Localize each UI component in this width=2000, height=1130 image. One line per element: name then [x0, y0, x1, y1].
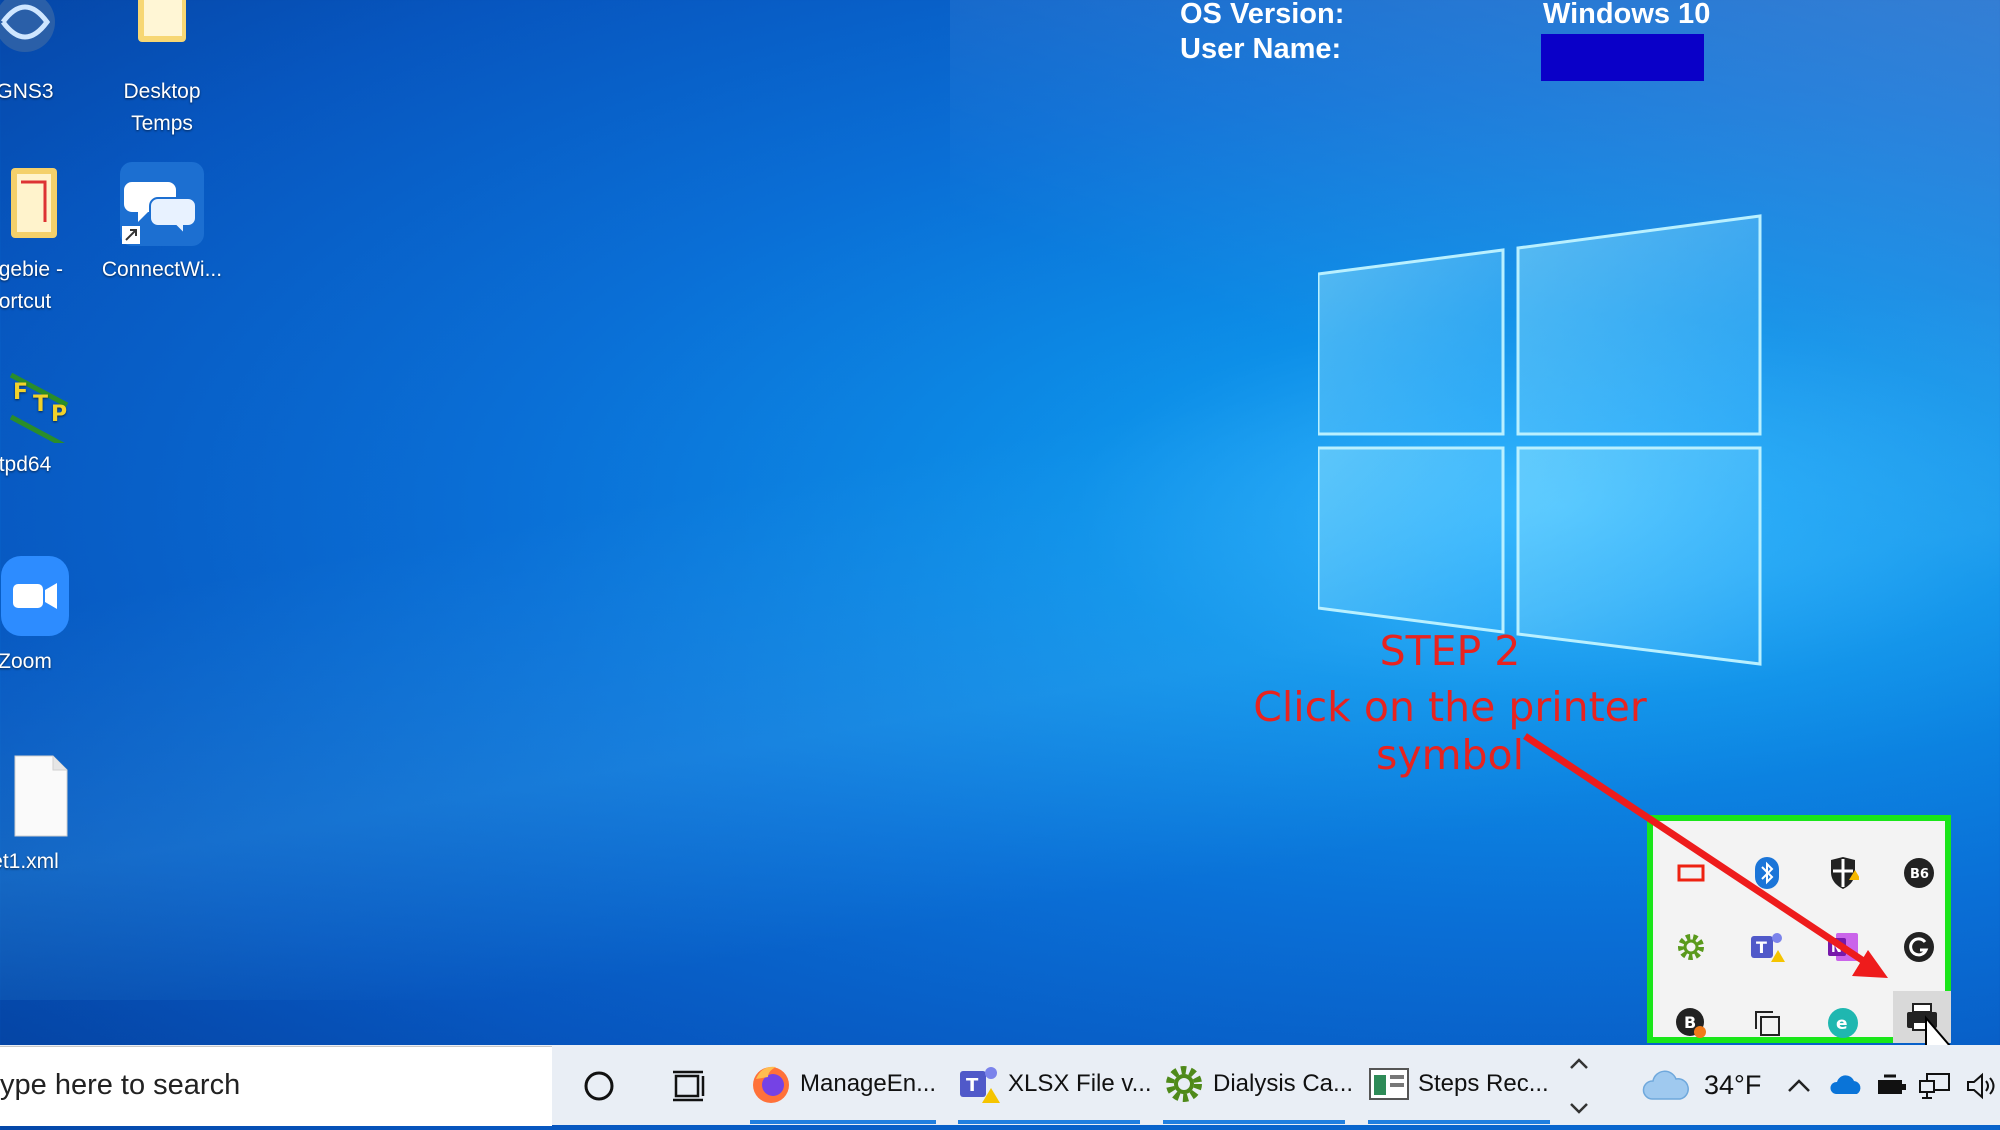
network-monitor-icon	[1919, 1072, 1950, 1099]
desktop-icon-label: Zoom	[0, 650, 52, 673]
desktop-icon-label-line2: Temps	[131, 112, 193, 135]
battery-button[interactable]	[1876, 1046, 1908, 1125]
onedrive-cloud-icon	[1830, 1074, 1861, 1094]
weather-temperature: 34°F	[1704, 1070, 1762, 1100]
taskbar-search-box[interactable]: ype here to search	[0, 1046, 552, 1126]
cortana-button[interactable]	[574, 1046, 624, 1125]
svg-text:P: P	[51, 402, 67, 427]
os-version-value: Windows 10	[1543, 0, 1711, 30]
taskbar-app-manageengine[interactable]: ManageEn...	[750, 1046, 937, 1124]
cortana-circle-icon	[584, 1071, 614, 1100]
task-view-button[interactable]	[665, 1046, 715, 1125]
svg-text:T: T	[1756, 938, 1767, 957]
zoom-icon	[0, 552, 69, 640]
volume-button[interactable]	[1965, 1046, 1997, 1125]
svg-text:N: N	[1831, 941, 1842, 956]
printer-icon[interactable]	[1893, 991, 1951, 1043]
step-instruction: Click on the printer symbol	[1253, 683, 1647, 779]
onedrive-button[interactable]	[1829, 1046, 1863, 1125]
bluetooth-icon[interactable]	[1741, 847, 1793, 899]
tray-overflow-popup: B6 T N B e	[1647, 815, 1951, 1043]
network-button[interactable]	[1918, 1046, 1952, 1125]
scroll-down-chevron-icon[interactable]	[1570, 1103, 1588, 1114]
desktop-icon-desktop-temps[interactable]: Desktop Temps	[87, 0, 237, 140]
desktop-icon-label: tpd64	[0, 453, 52, 476]
document-icon	[0, 752, 69, 840]
svg-text:B: B	[1684, 1013, 1696, 1032]
taskbar-app-label: Steps Rec...	[1418, 1070, 1549, 1097]
desktop-icon-label: GNS3	[0, 80, 54, 103]
grammarly-icon[interactable]	[1893, 921, 1945, 973]
gns3-icon	[0, 0, 69, 70]
desktop-icon-label: et1.xml	[0, 850, 59, 873]
taskbar-app-steps-recorder[interactable]: Steps Rec...	[1368, 1046, 1550, 1124]
desktop-icon-sheet-xml[interactable]: et1.xml	[0, 752, 100, 878]
teams-warning-icon: T	[960, 1067, 1000, 1103]
desktop-icon-label: dgebie -	[0, 258, 63, 281]
desktop-icon-label: ConnectWi...	[101, 258, 223, 281]
taskbar-app-label: Dialysis Ca...	[1213, 1070, 1354, 1097]
onenote-icon[interactable]: N	[1817, 921, 1869, 973]
show-hidden-icons-button[interactable]	[1784, 1046, 1814, 1125]
taskbar-scroll-buttons	[1559, 1046, 1599, 1125]
green-gear-icon	[1166, 1066, 1202, 1102]
weather-widget[interactable]: 34°F	[1642, 1046, 1761, 1125]
svg-text:B6: B6	[1910, 867, 1929, 882]
desktop-icon-label: Desktop	[123, 80, 201, 103]
search-placeholder: ype here to search	[0, 1069, 241, 1101]
desktop-icon-tftpd64[interactable]: FTP tpd64	[0, 355, 100, 481]
svg-text:e: e	[1836, 1014, 1848, 1034]
user-name-label: User Name:	[1180, 33, 1342, 65]
steps-recorder-icon	[1369, 1068, 1409, 1100]
desktop-icon-label-line2: ortcut	[0, 290, 52, 313]
taskbar-app-xlsx-viewer[interactable]: T XLSX File v...	[958, 1046, 1152, 1124]
step-title: STEP 2	[1379, 627, 1521, 675]
desktop-icon-dgebie-shortcut[interactable]: dgebie - ortcut	[0, 160, 100, 318]
taskbar-app-label: XLSX File v...	[1008, 1070, 1152, 1097]
desktop-icon-connectwise[interactable]: ConnectWi...	[87, 160, 237, 286]
taskbar-app-dialysis[interactable]: Dialysis Ca...	[1163, 1046, 1353, 1124]
folder-shortcut-icon	[0, 160, 69, 248]
speaker-icon	[1967, 1072, 1995, 1099]
chevron-up-icon	[1788, 1078, 1810, 1092]
red-rectangle-icon[interactable]	[1665, 847, 1717, 899]
b6-icon[interactable]: B6	[1893, 847, 1945, 899]
battery-plug-icon	[1878, 1074, 1906, 1094]
user-name-redaction	[1541, 34, 1704, 81]
firefox-icon	[753, 1066, 789, 1103]
os-version-label: OS Version:	[1180, 0, 1345, 30]
scroll-up-chevron-icon[interactable]	[1570, 1058, 1588, 1069]
connectwise-icon	[118, 160, 206, 248]
task-view-icon	[673, 1070, 705, 1101]
desktop-icon-zoom[interactable]: Zoom	[0, 552, 100, 678]
teams-warning-icon[interactable]: T	[1741, 921, 1793, 973]
green-gear-icon[interactable]	[1665, 921, 1717, 973]
copy-windows-icon[interactable]	[1741, 997, 1793, 1049]
security-shield-icon[interactable]	[1817, 847, 1869, 899]
svg-text:F: F	[13, 380, 28, 405]
tftp-icon: FTP	[0, 355, 69, 450]
active-indicator	[750, 1120, 936, 1124]
active-indicator	[1163, 1120, 1345, 1124]
desktop-icon-gns3[interactable]: GNS3	[0, 0, 100, 108]
cloud-weather-icon	[1642, 1070, 1689, 1100]
svg-text:T: T	[966, 1075, 979, 1096]
active-indicator	[1368, 1120, 1550, 1124]
svg-text:T: T	[33, 392, 48, 417]
edge-e-icon[interactable]: e	[1817, 997, 1869, 1049]
b-badge-icon[interactable]: B	[1665, 997, 1717, 1049]
active-indicator	[958, 1120, 1140, 1124]
folder-icon	[118, 0, 206, 70]
taskbar-app-label: ManageEn...	[800, 1070, 937, 1097]
windows-logo	[1318, 214, 1762, 666]
